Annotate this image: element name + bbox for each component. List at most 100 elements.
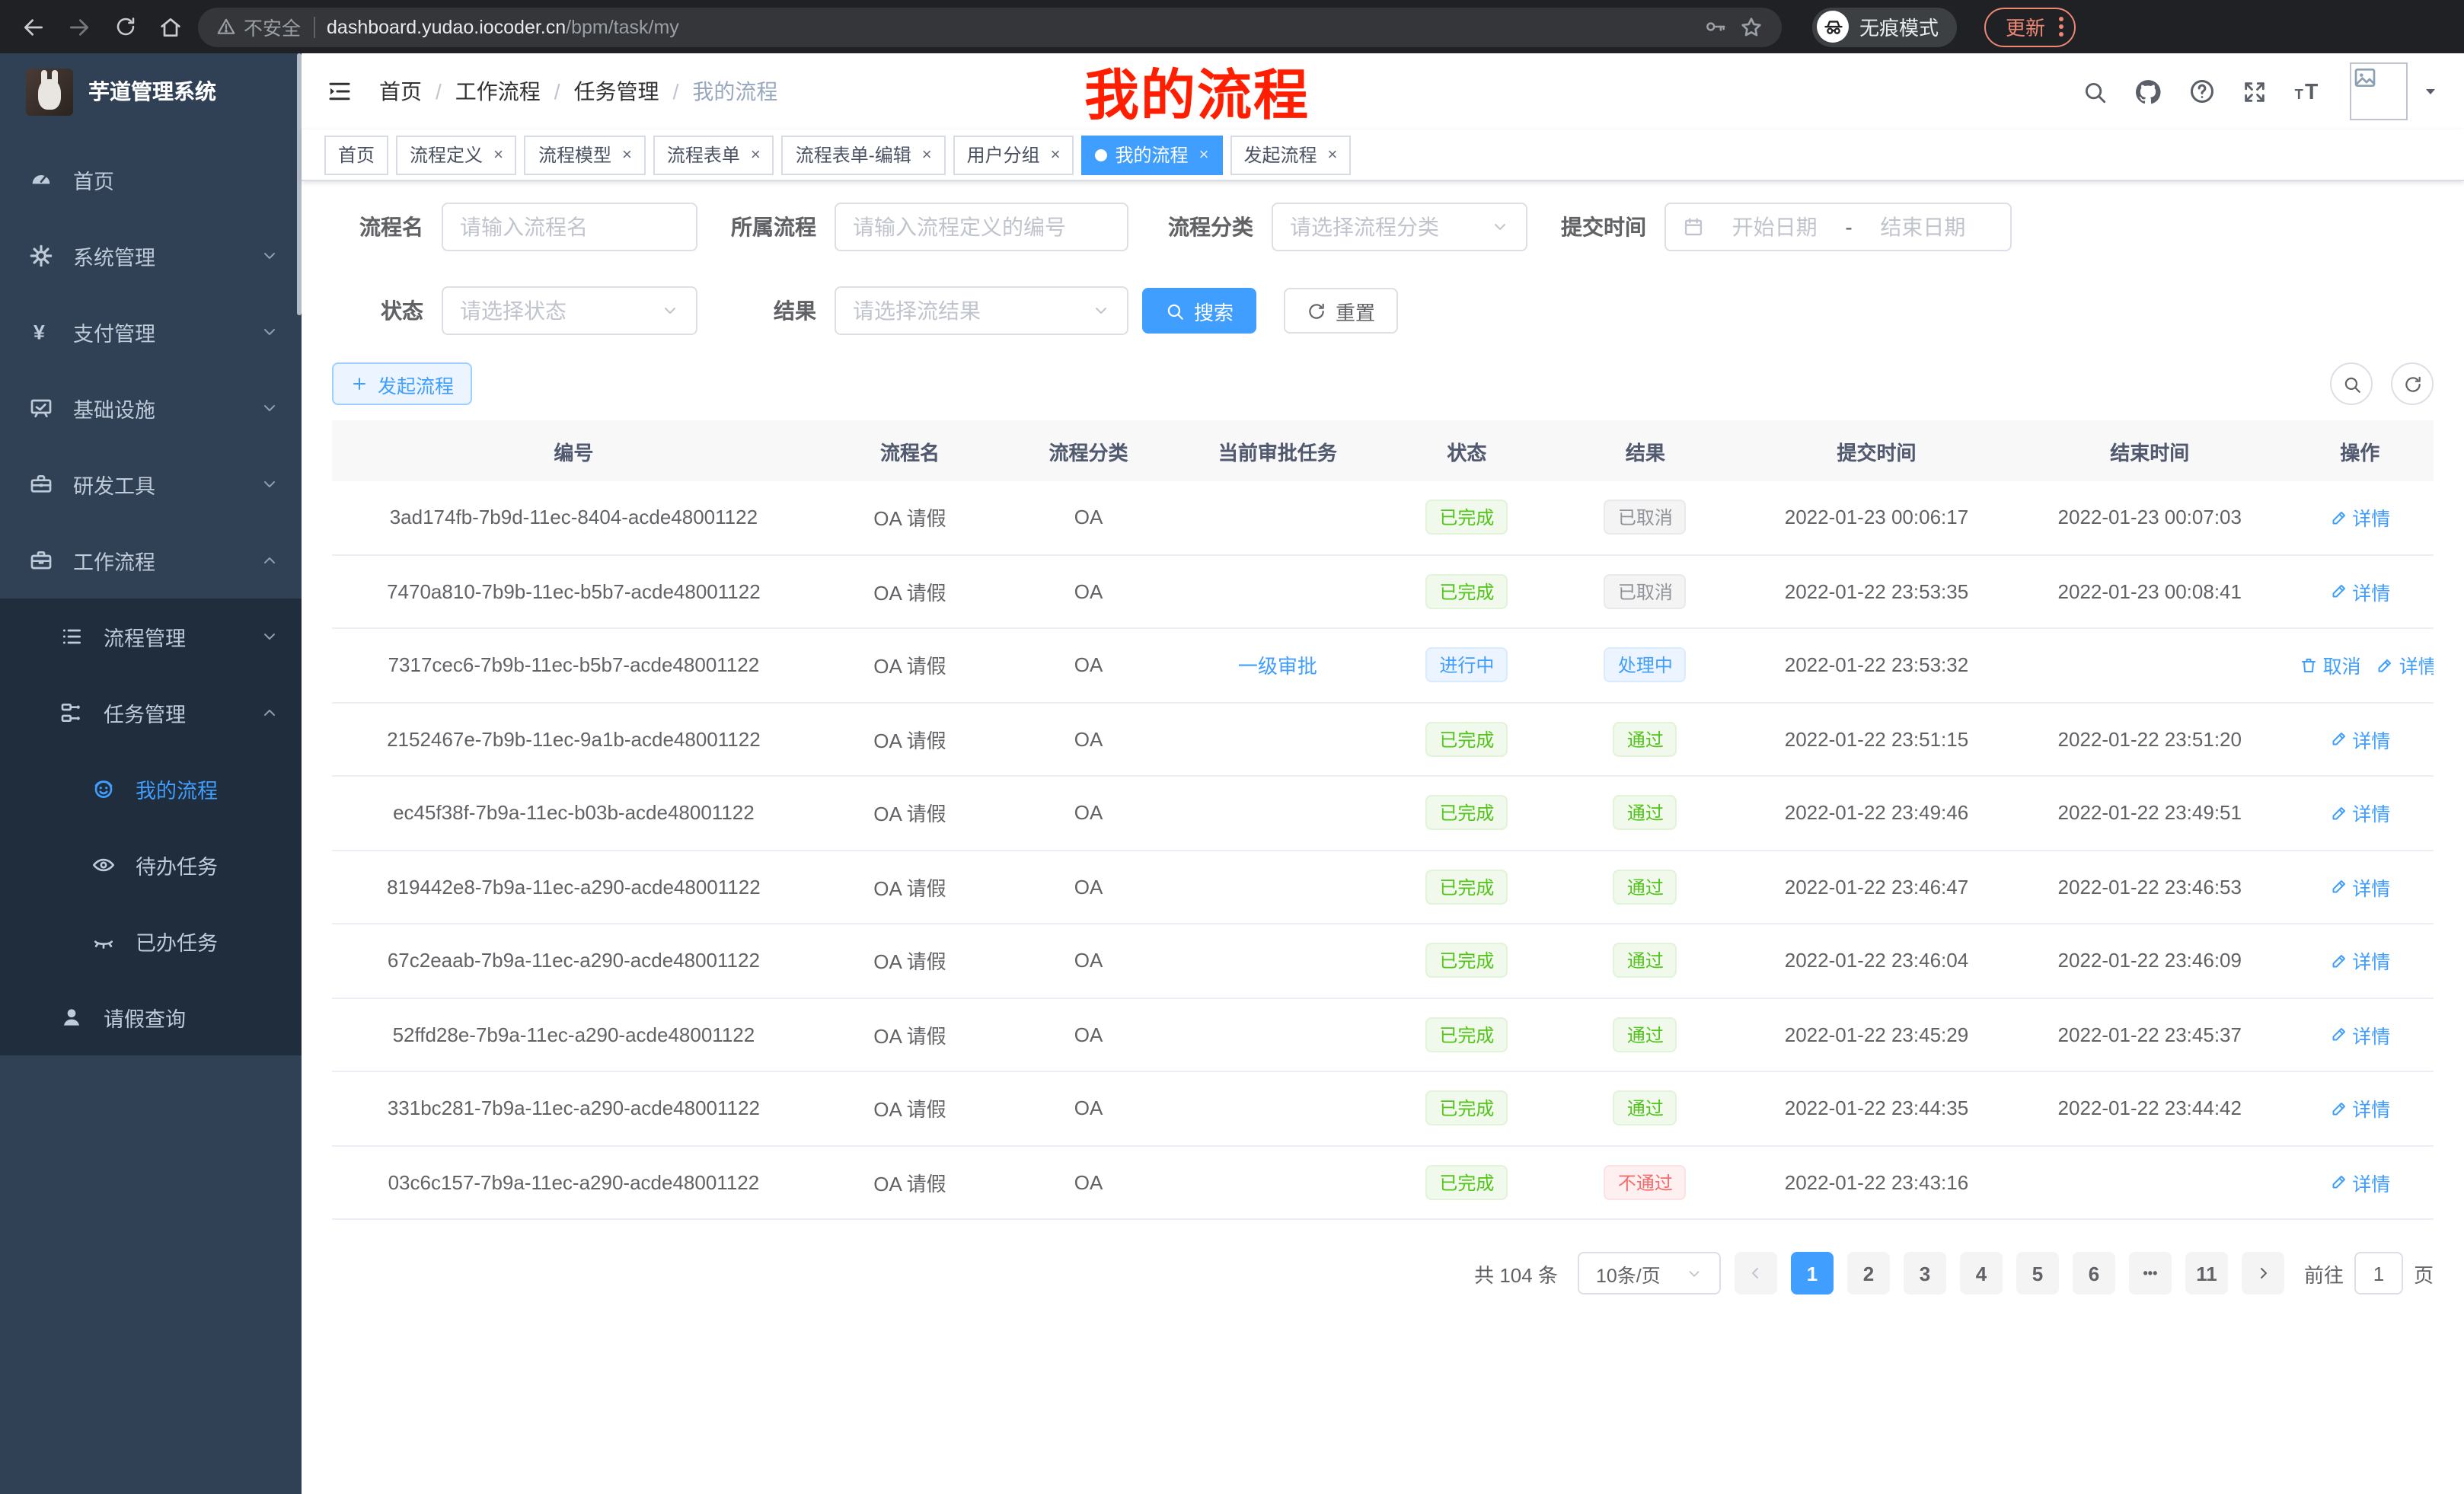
sidebar-item-研发工具[interactable]: 研发工具 xyxy=(0,446,302,522)
hamburger-icon[interactable] xyxy=(326,78,353,105)
chev-down-icon xyxy=(260,323,279,341)
page-size-select[interactable]: 10条/页 xyxy=(1578,1252,1721,1294)
cell-submit-time: 2022-01-22 23:46:04 xyxy=(1740,950,2013,972)
jump-page-input[interactable]: 1 xyxy=(2354,1252,2403,1294)
browser-update-button[interactable]: 更新 xyxy=(1984,7,2076,46)
cell-process-name: OA 请假 xyxy=(815,873,1004,902)
page-button-1[interactable]: 1 xyxy=(1791,1252,1834,1294)
page-button-5[interactable]: 5 xyxy=(2016,1252,2059,1294)
close-icon[interactable]: × xyxy=(751,145,761,164)
sidebar-item-流程管理[interactable]: 流程管理 xyxy=(0,599,302,675)
详情-link[interactable]: 详情 xyxy=(2376,651,2434,680)
refresh-table-button[interactable] xyxy=(2391,362,2434,405)
详情-link[interactable]: 详情 xyxy=(2329,873,2390,902)
详情-link[interactable]: 详情 xyxy=(2329,503,2390,532)
process-name-input[interactable]: 请输入流程名 xyxy=(442,203,697,251)
sidebar-item-label: 工作流程 xyxy=(73,545,155,576)
status-select[interactable]: 请选择状态 xyxy=(442,286,697,335)
sidebar-logo[interactable]: 芋道管理系统 xyxy=(0,53,302,129)
category-select[interactable]: 请选择流程分类 xyxy=(1272,203,1527,251)
sidebar-item-待办任务[interactable]: 待办任务 xyxy=(0,827,302,903)
action-label: 详情 xyxy=(2352,1094,2390,1123)
close-icon[interactable]: × xyxy=(922,145,932,164)
browser-back-icon[interactable] xyxy=(15,8,52,45)
tab-首页[interactable]: 首页 xyxy=(324,135,388,174)
reset-button[interactable]: 重置 xyxy=(1284,288,1398,334)
tab-流程定义[interactable]: 流程定义× xyxy=(396,135,517,174)
breadcrumb-item[interactable]: 工作流程 xyxy=(455,76,541,107)
详情-link[interactable]: 详情 xyxy=(2329,1020,2390,1049)
breadcrumb-item[interactable]: 首页 xyxy=(379,76,422,107)
result-tag: 已取消 xyxy=(1604,500,1687,535)
cell-submit-time: 2022-01-22 23:45:29 xyxy=(1740,1023,2013,1046)
详情-link[interactable]: 详情 xyxy=(2329,799,2390,828)
jump-prefix: 前往 xyxy=(2304,1259,2344,1288)
详情-link[interactable]: 详情 xyxy=(2329,1168,2390,1197)
github-icon[interactable] xyxy=(2134,77,2162,106)
start-date-input[interactable]: 开始日期 xyxy=(1704,212,1845,242)
cell-category: OA xyxy=(1004,728,1173,751)
详情-link[interactable]: 详情 xyxy=(2329,947,2390,975)
caret-down-icon[interactable] xyxy=(2421,82,2440,101)
page-button-4[interactable]: 4 xyxy=(1960,1252,2003,1294)
sidebar-item-任务管理[interactable]: 任务管理 xyxy=(0,675,302,751)
sidebar-item-首页[interactable]: 首页 xyxy=(0,142,302,218)
avatar[interactable] xyxy=(2350,62,2408,120)
tags-view-bar: 首页流程定义×流程模型×流程表单×流程表单-编辑×用户分组×我的流程×发起流程× xyxy=(302,129,2464,181)
page-ellipsis[interactable]: ••• xyxy=(2129,1252,2172,1294)
security-chip[interactable]: 不安全 xyxy=(216,12,301,41)
sidebar-item-基础设施[interactable]: 基础设施 xyxy=(0,370,302,446)
font-size-icon[interactable]: TT xyxy=(2293,76,2324,107)
详情-link[interactable]: 详情 xyxy=(2329,725,2390,754)
end-date-input[interactable]: 结束日期 xyxy=(1853,212,1993,242)
create-process-button[interactable]: 发起流程 xyxy=(332,362,472,405)
browser-forward-icon[interactable] xyxy=(61,8,97,45)
tab-流程表单[interactable]: 流程表单× xyxy=(653,135,774,174)
sidebar-item-系统管理[interactable]: 系统管理 xyxy=(0,218,302,294)
page-button-11[interactable]: 11 xyxy=(2185,1252,2228,1294)
help-icon[interactable] xyxy=(2188,78,2216,105)
result-select[interactable]: 请选择流结果 xyxy=(835,286,1128,335)
next-page-button[interactable] xyxy=(2242,1252,2284,1294)
sidebar-item-工作流程[interactable]: 工作流程 xyxy=(0,522,302,599)
search-button[interactable]: 搜索 xyxy=(1142,288,1256,334)
browser-home-icon[interactable] xyxy=(152,8,189,45)
current-task-link[interactable]: 一级审批 xyxy=(1238,656,1317,678)
url-bar[interactable]: 不安全 dashboard.yudao.iocoder.cn/bpm/task/… xyxy=(198,7,1782,46)
browser-menu-icon[interactable] xyxy=(2059,17,2063,37)
date-range-picker[interactable]: 开始日期 - 结束日期 xyxy=(1664,203,2012,251)
update-label: 更新 xyxy=(2006,12,2045,41)
详情-link[interactable]: 详情 xyxy=(2329,1094,2390,1123)
sidebar-item-请假查询[interactable]: 请假查询 xyxy=(0,979,302,1055)
sidebar-item-已办任务[interactable]: 已办任务 xyxy=(0,903,302,979)
search-icon[interactable] xyxy=(2082,78,2108,104)
fullscreen-icon[interactable] xyxy=(2242,78,2268,104)
page-button-2[interactable]: 2 xyxy=(1847,1252,1890,1294)
sidebar-item-我的流程[interactable]: 我的流程 xyxy=(0,751,302,827)
action-label: 详情 xyxy=(2352,577,2390,606)
page-button-3[interactable]: 3 xyxy=(1904,1252,1946,1294)
close-icon[interactable]: × xyxy=(493,145,503,164)
breadcrumb-item[interactable]: 任务管理 xyxy=(574,76,659,107)
close-icon[interactable]: × xyxy=(622,145,632,164)
tab-流程表单-编辑[interactable]: 流程表单-编辑× xyxy=(782,135,946,174)
sidebar-item-支付管理[interactable]: ¥支付管理 xyxy=(0,294,302,370)
process-id-input[interactable]: 请输入流程定义的编号 xyxy=(835,203,1128,251)
page-button-6[interactable]: 6 xyxy=(2073,1252,2115,1294)
close-icon[interactable]: × xyxy=(1327,145,1337,164)
close-icon[interactable]: × xyxy=(1051,145,1061,164)
close-icon[interactable]: × xyxy=(1199,145,1209,164)
key-icon[interactable] xyxy=(1704,15,1727,38)
tab-我的流程[interactable]: 我的流程× xyxy=(1082,135,1223,174)
browser-reload-icon[interactable] xyxy=(107,8,143,45)
warning-icon xyxy=(216,17,236,37)
tab-流程模型[interactable]: 流程模型× xyxy=(525,135,646,174)
取消-link[interactable]: 取消 xyxy=(2300,651,2361,680)
tab-用户分组[interactable]: 用户分组× xyxy=(953,135,1074,174)
tab-发起流程[interactable]: 发起流程× xyxy=(1230,135,1351,174)
action-label: 取消 xyxy=(2323,651,2361,680)
bookmark-star-icon[interactable] xyxy=(1739,14,1763,39)
show-search-button[interactable] xyxy=(2330,362,2373,405)
详情-link[interactable]: 详情 xyxy=(2329,577,2390,606)
prev-page-button[interactable] xyxy=(1735,1252,1777,1294)
